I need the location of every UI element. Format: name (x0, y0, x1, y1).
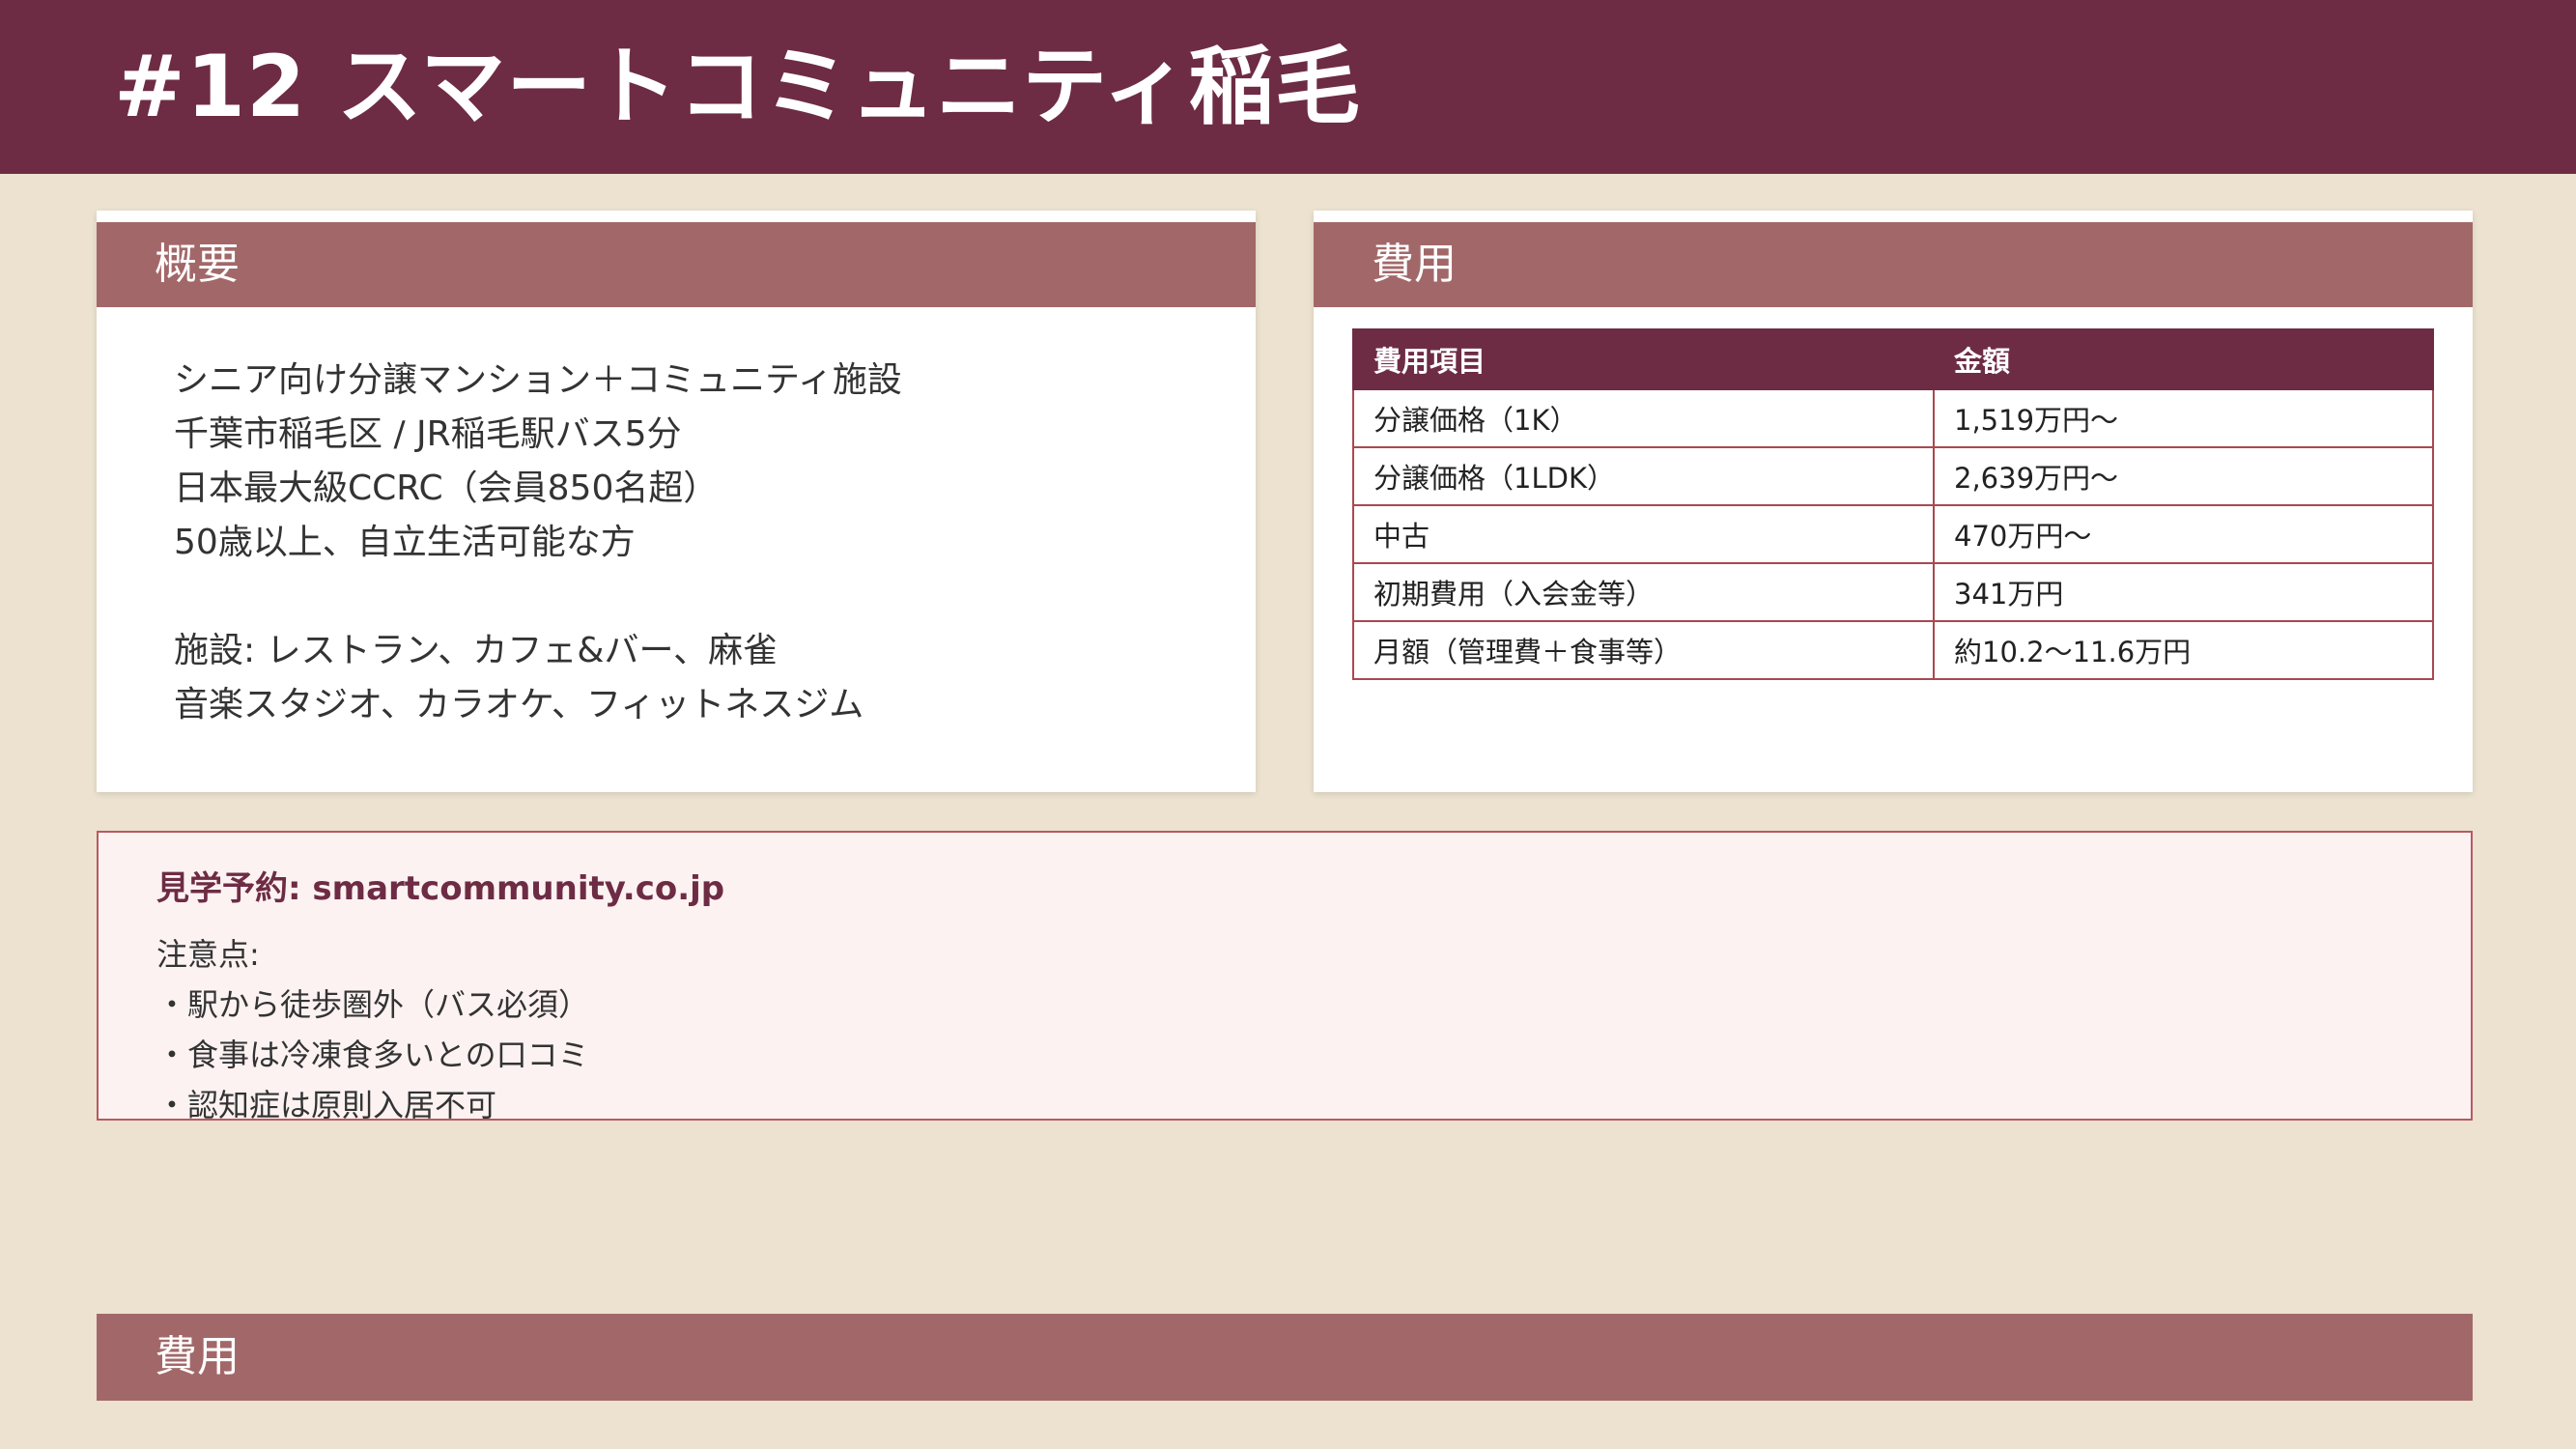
column-header-amount: 金額 (1933, 328, 2434, 390)
cost-amount: 2,639万円〜 (1933, 446, 2434, 506)
page-header: #12 スマートコミュニティ稲毛 (0, 0, 2576, 174)
table-row: 分譲価格（1LDK） 2,639万円〜 (1352, 446, 2434, 506)
cost-item: 中古 (1352, 504, 1935, 564)
table-header-row: 費用項目 金額 (1352, 328, 2434, 390)
cost-item: 分譲価格（1LDK） (1352, 446, 1935, 506)
note-item: ・食事は冷凍食多いとの口コミ (156, 1037, 589, 1073)
cost-table: 費用項目 金額 分譲価格（1K） 1,519万円〜 分譲価格（1LDK） 2,6… (1352, 328, 2434, 680)
overview-heading: 概要 (97, 222, 1256, 307)
table-row: 月額（管理費＋食事等） 約10.2〜11.6万円 (1352, 620, 2434, 680)
cost-item: 分譲価格（1K） (1352, 388, 1935, 448)
footer-costs-heading: 費用 (97, 1314, 2473, 1401)
reservation-info: 見学予約: smartcommunity.co.jp (156, 869, 725, 908)
overview-line: 施設: レストラン、カフェ&バー、麻雀 (174, 631, 778, 670)
cost-amount: 470万円〜 (1933, 504, 2434, 564)
overview-line: シニア向け分譲マンション＋コミュニティ施設 (174, 360, 902, 400)
cost-amount: 約10.2〜11.6万円 (1933, 620, 2434, 680)
cost-amount: 1,519万円〜 (1933, 388, 2434, 448)
cost-amount: 341万円 (1933, 562, 2434, 622)
table-row: 初期費用（入会金等） 341万円 (1352, 562, 2434, 622)
column-header-item: 費用項目 (1352, 328, 1935, 390)
cost-item: 初期費用（入会金等） (1352, 562, 1935, 622)
overview-line: 日本最大級CCRC（会員850名超） (174, 469, 719, 508)
costs-card: 費用 費用項目 金額 分譲価格（1K） 1,519万円〜 分譲価格（1LDK） … (1314, 211, 2473, 792)
note-item: ・認知症は原則入居不可 (156, 1087, 497, 1123)
notes-list: 注意点: ・駅から徒歩圏外（バス必須） ・食事は冷凍食多いとの口コミ ・認知症は… (156, 929, 589, 1130)
cost-item: 月額（管理費＋食事等） (1352, 620, 1935, 680)
notice-box: 見学予約: smartcommunity.co.jp 注意点: ・駅から徒歩圏外… (97, 831, 2473, 1123)
table-row: 分譲価格（1K） 1,519万円〜 (1352, 388, 2434, 448)
table-row: 中古 470万円〜 (1352, 504, 2434, 564)
overview-spacer (174, 570, 1217, 624)
overview-line: 千葉市稲毛区 / JR稲毛駅バス5分 (174, 414, 682, 454)
overview-line: 音楽スタジオ、カラオケ、フィットネスジム (174, 685, 864, 724)
overview-line: 50歳以上、自立生活可能な方 (174, 523, 636, 562)
overview-content: シニア向け分譲マンション＋コミュニティ施設 千葉市稲毛区 / JR稲毛駅バス5分… (174, 354, 1217, 732)
notes-label: 注意点: (156, 936, 260, 973)
page-title: #12 スマートコミュニティ稲毛 (114, 37, 1361, 136)
costs-heading: 費用 (1314, 222, 2473, 307)
note-item: ・駅から徒歩圏外（バス必須） (156, 986, 590, 1023)
overview-card: 概要 シニア向け分譲マンション＋コミュニティ施設 千葉市稲毛区 / JR稲毛駅バ… (97, 211, 1256, 792)
